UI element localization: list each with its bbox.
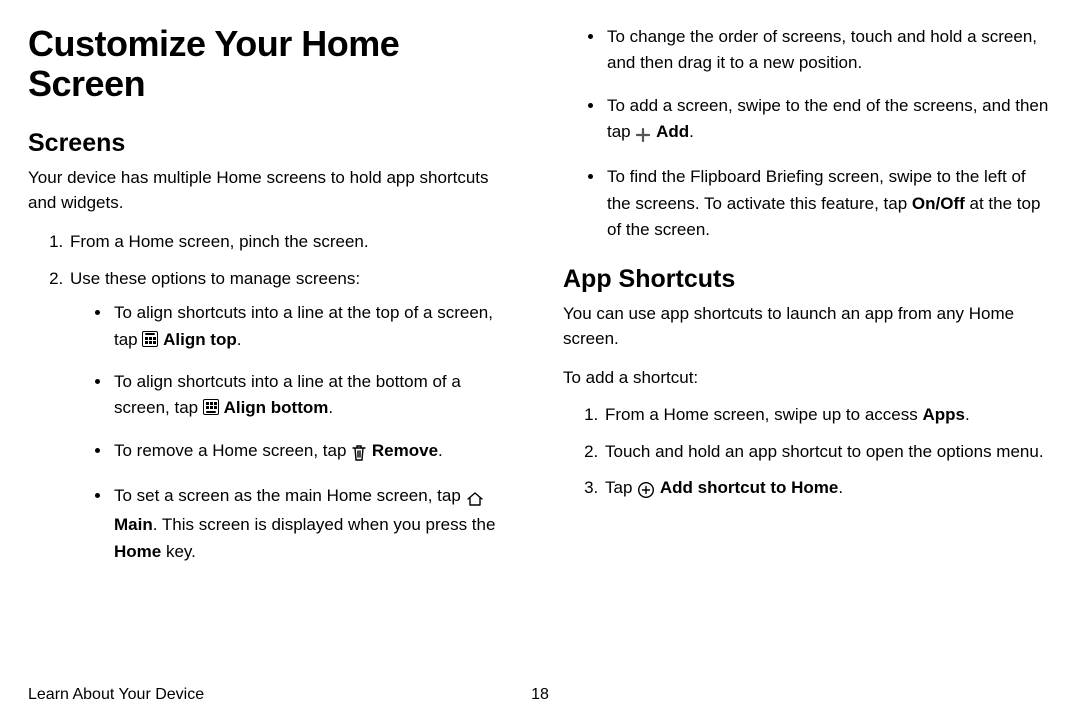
period: . xyxy=(237,330,242,349)
shortcut-step-2: Touch and hold an app shortcut to open t… xyxy=(603,439,1052,465)
option-main: To set a screen as the main Home screen,… xyxy=(112,483,517,565)
home-icon xyxy=(466,486,484,512)
shortcut-step-1-bold: Apps xyxy=(922,405,965,424)
shortcut-step-3: Tap Add shortcut to Home. xyxy=(603,475,1052,504)
screens-intro: Your device has multiple Home screens to… xyxy=(28,166,517,215)
option-remove-label: Remove xyxy=(372,441,438,460)
footer-page-number: 18 xyxy=(531,686,549,704)
options-list: To align shortcuts into a line at the to… xyxy=(70,300,517,565)
period: . xyxy=(438,441,443,460)
align-bottom-icon xyxy=(203,399,219,415)
option-main-post1: . This screen is displayed when you pres… xyxy=(153,515,496,534)
option-main-text: To set a screen as the main Home screen,… xyxy=(114,486,466,505)
footer-section: Learn About Your Device xyxy=(28,686,204,704)
option-flipboard-bold: On/Off xyxy=(912,194,965,213)
option-flipboard: To find the Flipboard Briefing screen, s… xyxy=(605,164,1052,243)
options-list-continued: To change the order of screens, touch an… xyxy=(563,24,1052,243)
plus-icon xyxy=(635,122,651,148)
option-align-top-label: Align top xyxy=(163,330,237,349)
section-heading-app-shortcuts: App Shortcuts xyxy=(563,265,1052,294)
step-options: Use these options to manage screens: To … xyxy=(68,266,517,565)
manual-page: Customize Your Home Screen Screens Your … xyxy=(0,0,1080,720)
option-reorder: To change the order of screens, touch an… xyxy=(605,24,1052,77)
circle-plus-icon xyxy=(637,478,655,504)
page-footer: Learn About Your Device 18 xyxy=(28,686,1052,704)
shortcut-step-3-bold: Add shortcut to Home xyxy=(660,478,839,497)
page-title: Customize Your Home Screen xyxy=(28,24,517,103)
option-main-home: Home xyxy=(114,542,161,561)
align-top-icon xyxy=(142,331,158,347)
option-add-label: Add xyxy=(656,122,689,141)
option-align-top: To align shortcuts into a line at the to… xyxy=(112,300,517,353)
option-align-bottom-label: Align bottom xyxy=(224,398,329,417)
options-list-continued-wrap: To change the order of screens, touch an… xyxy=(563,24,1052,243)
option-remove: To remove a Home screen, tap Remove. xyxy=(112,438,517,467)
step-pinch: From a Home screen, pinch the screen. xyxy=(68,229,517,255)
period: . xyxy=(328,398,333,417)
option-add-screen: To add a screen, swipe to the end of the… xyxy=(605,93,1052,149)
add-shortcut-lead: To add a shortcut: xyxy=(563,366,1052,391)
add-shortcut-steps: From a Home screen, swipe up to access A… xyxy=(563,402,1052,504)
period: . xyxy=(838,478,843,497)
period: . xyxy=(689,122,694,141)
shortcut-step-3-text: Tap xyxy=(605,478,637,497)
shortcut-step-1-text: From a Home screen, swipe up to access xyxy=(605,405,922,424)
screens-steps: From a Home screen, pinch the screen. Us… xyxy=(28,229,517,564)
app-shortcuts-section: App Shortcuts You can use app shortcuts … xyxy=(563,265,1052,504)
app-shortcuts-intro: You can use app shortcuts to launch an a… xyxy=(563,302,1052,351)
period: . xyxy=(965,405,970,424)
shortcut-step-1: From a Home screen, swipe up to access A… xyxy=(603,402,1052,428)
step-options-text: Use these options to manage screens: xyxy=(70,269,360,288)
option-align-bottom: To align shortcuts into a line at the bo… xyxy=(112,369,517,422)
option-remove-text: To remove a Home screen, tap xyxy=(114,441,351,460)
option-main-post2: key. xyxy=(161,542,196,561)
option-main-label: Main xyxy=(114,515,153,534)
section-heading-screens: Screens xyxy=(28,129,517,158)
trash-icon xyxy=(351,441,367,467)
